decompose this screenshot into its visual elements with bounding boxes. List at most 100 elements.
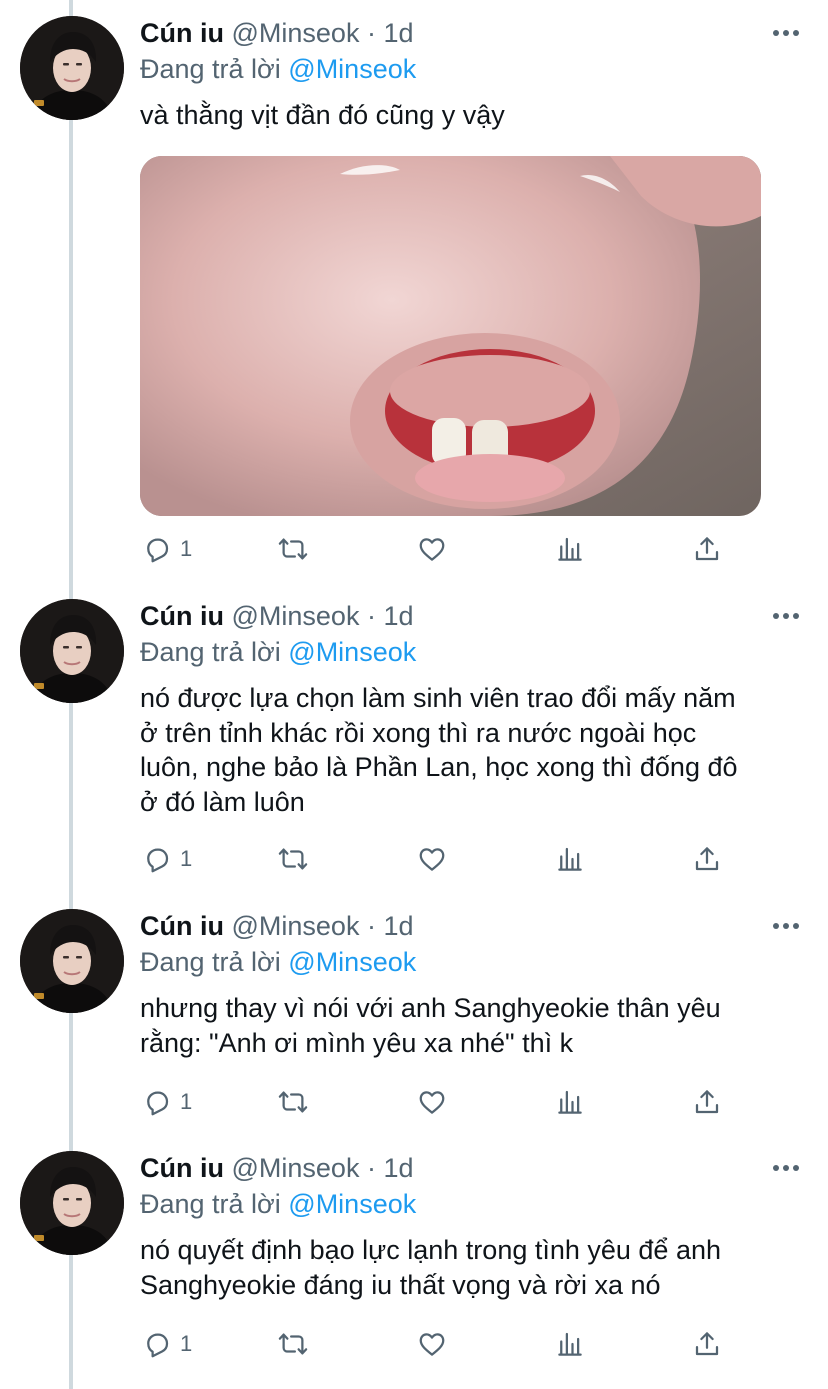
avatar[interactable]: [20, 16, 124, 120]
reply-button[interactable]: 1: [142, 1327, 192, 1361]
analytics-icon: [555, 844, 585, 874]
retweet-button[interactable]: [278, 532, 308, 566]
like-button[interactable]: [417, 1327, 447, 1361]
display-name[interactable]: Cún iu: [140, 601, 224, 631]
tweet-text-line: ở đó làm luôn: [140, 786, 305, 817]
replying-to: Đang trả lời @Minseok: [140, 1189, 416, 1220]
reply-button[interactable]: 1: [142, 842, 192, 876]
replying-to: Đang trả lời @Minseok: [140, 637, 416, 668]
timestamp[interactable]: 1d: [383, 1153, 413, 1183]
avatar-photo: [20, 599, 124, 703]
like-button[interactable]: [417, 532, 447, 566]
tweet-header: Cún iu @Minseok · 1d: [140, 911, 414, 942]
replying-to-mention[interactable]: @Minseok: [288, 637, 416, 667]
separator-dot: ·: [366, 601, 376, 631]
tweet-actions: 1: [140, 532, 790, 566]
separator-dot: ·: [366, 1153, 376, 1183]
tweet-header: Cún iu @Minseok · 1d: [140, 1153, 414, 1184]
views-button[interactable]: [555, 842, 585, 876]
heart-icon: [417, 1087, 447, 1117]
more-icon[interactable]: [772, 1163, 800, 1173]
retweet-icon: [278, 1087, 308, 1117]
retweet-icon: [278, 1329, 308, 1359]
pig-face-photo: [140, 156, 761, 516]
tweet-text-line: rằng: "Anh ơi mình yêu xa nhé" thì k: [140, 1027, 574, 1058]
display-name[interactable]: Cún iu: [140, 911, 224, 941]
share-button[interactable]: [692, 1085, 722, 1119]
tweet-header: Cún iu @Minseok · 1d: [140, 601, 414, 632]
share-button[interactable]: [692, 532, 722, 566]
username[interactable]: @Minseok: [232, 601, 360, 631]
reply-count: 1: [180, 1089, 193, 1114]
avatar-photo: [20, 1151, 124, 1255]
reply-icon: [142, 1329, 172, 1359]
heart-icon: [417, 844, 447, 874]
retweet-button[interactable]: [278, 1327, 308, 1361]
views-button[interactable]: [555, 1085, 585, 1119]
separator-dot: ·: [366, 911, 376, 941]
views-button[interactable]: [555, 532, 585, 566]
share-icon: [692, 844, 722, 874]
replying-to-label: Đang trả lời: [140, 54, 281, 84]
share-button[interactable]: [692, 1327, 722, 1361]
share-icon: [692, 534, 722, 564]
reply-count: 1: [180, 1331, 193, 1356]
like-button[interactable]: [417, 842, 447, 876]
tweet-text-line: nhưng thay vì nói với anh Sanghyeokie th…: [140, 993, 721, 1023]
replying-to: Đang trả lời @Minseok: [140, 947, 416, 978]
reply-button[interactable]: 1: [142, 532, 192, 566]
username[interactable]: @Minseok: [232, 911, 360, 941]
display-name[interactable]: Cún iu: [140, 1153, 224, 1183]
avatar[interactable]: [20, 599, 124, 703]
tweet-header: Cún iu @Minseok · 1d: [140, 18, 414, 49]
analytics-icon: [555, 534, 585, 564]
tweet-actions: 1: [140, 1085, 790, 1119]
heart-icon: [417, 534, 447, 564]
retweet-icon: [278, 534, 308, 564]
timestamp[interactable]: 1d: [383, 911, 413, 941]
username[interactable]: @Minseok: [232, 1153, 360, 1183]
more-icon[interactable]: [772, 28, 800, 38]
more-icon[interactable]: [772, 611, 800, 621]
share-button[interactable]: [692, 842, 722, 876]
tweet-text: và thằng vịt đần đó cũng y vậy: [140, 100, 505, 130]
tweet-text-line: luôn, nghe bảo là Phần Lan, học xong thì…: [140, 752, 738, 782]
avatar-photo: [20, 16, 124, 120]
tweet-actions: 1: [140, 842, 790, 876]
timestamp[interactable]: 1d: [383, 601, 413, 631]
tweet-text-line: nó quyết định bạo lực lạnh trong tình yê…: [140, 1235, 722, 1265]
tweet-text-line: ở trên tỉnh khác rồi xong thì ra nước ng…: [140, 717, 697, 748]
tweet-text: nhưng thay vì nói với anh Sanghyeokie th…: [140, 991, 805, 1060]
tweet-actions: 1: [140, 1327, 790, 1361]
retweet-button[interactable]: [278, 1085, 308, 1119]
reply-count: 1: [180, 846, 193, 871]
reply-count: 1: [180, 536, 193, 561]
reply-button[interactable]: 1: [142, 1085, 192, 1119]
replying-to-mention[interactable]: @Minseok: [288, 54, 416, 84]
display-name[interactable]: Cún iu: [140, 18, 224, 48]
like-button[interactable]: [417, 1085, 447, 1119]
avatar-photo: [20, 909, 124, 1013]
replying-to-label: Đang trả lời: [140, 637, 281, 667]
replying-to-mention[interactable]: @Minseok: [288, 947, 416, 977]
reply-icon: [142, 1087, 172, 1117]
timestamp[interactable]: 1d: [383, 18, 413, 48]
tweet-media-image[interactable]: [140, 156, 761, 516]
username[interactable]: @Minseok: [232, 18, 360, 48]
views-button[interactable]: [555, 1327, 585, 1361]
tweet-text: nó quyết định bạo lực lạnh trong tình yê…: [140, 1233, 805, 1302]
tweet-text: nó được lựa chọn làm sinh viên trao đổi …: [140, 681, 805, 819]
tweet-text-line: Sanghyeokie đáng iu thất vọng và rời xa …: [140, 1269, 661, 1300]
avatar[interactable]: [20, 909, 124, 1013]
separator-dot: ·: [366, 18, 376, 48]
heart-icon: [417, 1329, 447, 1359]
retweet-button[interactable]: [278, 842, 308, 876]
replying-to: Đang trả lời @Minseok: [140, 54, 416, 85]
reply-icon: [142, 844, 172, 874]
replying-to-label: Đang trả lời: [140, 1189, 281, 1219]
avatar[interactable]: [20, 1151, 124, 1255]
replying-to-mention[interactable]: @Minseok: [288, 1189, 416, 1219]
share-icon: [692, 1329, 722, 1359]
more-icon[interactable]: [772, 921, 800, 931]
analytics-icon: [555, 1087, 585, 1117]
